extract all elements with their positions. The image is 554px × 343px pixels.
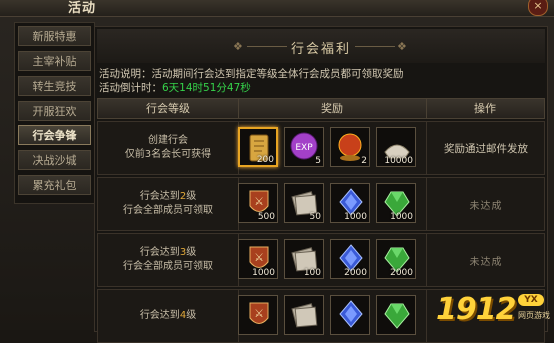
watermark-digits: 1912	[436, 292, 516, 327]
reward-item[interactable]: 1000	[330, 183, 370, 223]
reward-items: 200 EXP 5 2 10000	[238, 127, 426, 171]
window-title: 活动	[68, 1, 97, 16]
reward-item[interactable]	[330, 295, 370, 335]
reward-item[interactable]: 100	[284, 239, 324, 279]
reward-items: ⚔ 500 50 1000 1000	[238, 183, 426, 227]
panel-title: 行会福利	[290, 42, 351, 57]
reward-item[interactable]: 10000	[376, 127, 416, 167]
column-header-action: 操作	[474, 102, 496, 115]
panel-header: ❖ 行会福利 ❖	[97, 29, 545, 63]
sidebar-item-sand-city[interactable]: 决战沙城	[18, 150, 91, 170]
rune-shield-icon: ⚔	[249, 302, 269, 324]
reward-items: ⚔	[238, 295, 426, 339]
guild-benefit-panel: ❖ 行会福利 ❖ 活动说明：活动期间行会达到指定等级全体行会成员都可领取奖励 活…	[94, 26, 548, 343]
item-quantity: 200	[256, 155, 274, 165]
sidebar-item-recharge-pack[interactable]: 累充礼包	[18, 175, 91, 195]
level-text: 行会达到2级	[139, 191, 197, 202]
svg-text:⚔: ⚔	[254, 195, 264, 208]
paper-stack-icon	[291, 303, 318, 328]
guild-level-cell: 行会达到3级 行会全部成员可领取	[98, 234, 239, 286]
countdown-value: 6天14时51分47秒	[162, 82, 251, 94]
reward-item[interactable]: 1000	[376, 183, 416, 223]
level-condition: 行会全部成员可领取	[123, 205, 213, 216]
guild-level-cell: 行会达到2级 行会全部成员可领取	[98, 178, 239, 230]
table-header: 行会等级 奖励 操作	[97, 98, 545, 119]
guild-level-cell: 行会达到4级	[98, 290, 239, 342]
close-icon[interactable]: ×	[528, 0, 548, 16]
table-row: 行会达到2级 行会全部成员可领取 ⚔ 500 50 1000 1000 未达成	[97, 177, 545, 231]
sidebar-item-rebirth-arena[interactable]: 转生竞技	[18, 76, 91, 96]
item-quantity: 1000	[390, 212, 413, 222]
reward-item[interactable]: 2000	[376, 239, 416, 279]
reward-item[interactable]	[284, 295, 324, 335]
reward-item[interactable]: 50	[284, 183, 324, 223]
header-divider-right	[355, 46, 395, 47]
site-watermark-logo: 1912 YX 网页游戏	[436, 292, 554, 330]
reward-item[interactable]: 2	[330, 127, 370, 167]
reward-item[interactable]: ⚔	[238, 295, 278, 335]
reward-status: 未达成	[426, 178, 545, 230]
item-quantity: 10000	[384, 156, 413, 166]
reward-status: 未达成	[426, 234, 545, 286]
reward-item[interactable]	[376, 295, 416, 335]
item-quantity: 2	[361, 156, 367, 166]
reward-items: ⚔ 1000 100 2000 2000	[238, 239, 426, 283]
reward-item[interactable]: ⚔ 500	[238, 183, 278, 223]
column-header-level: 行会等级	[98, 99, 239, 118]
level-text: 行会达到3级	[139, 247, 197, 258]
watermark-badge: YX	[518, 294, 544, 306]
reward-item[interactable]: EXP 5	[284, 127, 324, 167]
item-quantity: 1000	[344, 212, 367, 222]
level-condition: 行会全部成员可领取	[123, 261, 213, 272]
column-header-reward: 奖励	[238, 99, 427, 118]
svg-text:⚔: ⚔	[254, 307, 264, 320]
svg-text:EXP: EXP	[295, 143, 313, 153]
green-gem-icon	[384, 303, 410, 329]
blue-crystal-icon	[339, 300, 363, 328]
item-quantity: 50	[309, 212, 321, 222]
activity-description: 活动说明：活动期间行会达到指定等级全体行会成员都可领取奖励	[99, 68, 404, 80]
countdown: 活动倒计时：6天14时51分47秒	[99, 80, 251, 95]
sidebar: 新服特惠 主宰补贴 转生竞技 开服狂欢 行会争锋 决战沙城 累充礼包	[14, 22, 95, 204]
watermark-subtitle: 网页游戏	[518, 311, 550, 320]
countdown-label: 活动倒计时：	[99, 82, 162, 94]
reward-action: 奖励通过邮件发放	[426, 122, 545, 174]
level-text: 创建行会	[148, 135, 188, 146]
item-quantity: 1000	[252, 268, 275, 278]
window-title-bar: 活动 ×	[0, 0, 554, 17]
reward-item[interactable]: 2000	[330, 239, 370, 279]
item-quantity: 500	[257, 212, 275, 222]
ornament-icon: ❖	[397, 40, 407, 53]
svg-text:⚔: ⚔	[254, 251, 264, 264]
item-quantity: 100	[303, 268, 321, 278]
sidebar-item-new-server[interactable]: 新服特惠	[18, 26, 91, 46]
table-row: 行会达到3级 行会全部成员可领取 ⚔ 1000 100 2000 2000 未达…	[97, 233, 545, 287]
sidebar-item-guild-contest[interactable]: 行会争锋	[18, 125, 91, 145]
guild-level-cell: 创建行会 仅前3名会长可获得	[98, 122, 239, 174]
sidebar-item-opening-carnival[interactable]: 开服狂欢	[18, 101, 91, 121]
level-condition: 仅前3名会长可获得	[124, 149, 212, 160]
item-quantity: 2000	[344, 268, 367, 278]
item-quantity: 5	[315, 156, 321, 166]
reward-item[interactable]: 200	[238, 127, 278, 167]
item-quantity: 2000	[390, 268, 413, 278]
activity-window: 活动 × 新服特惠 主宰补贴 转生竞技 开服狂欢 行会争锋 决战沙城 累充礼包 …	[0, 0, 554, 343]
reward-item[interactable]: ⚔ 1000	[238, 239, 278, 279]
sidebar-item-master-subsidy[interactable]: 主宰补贴	[18, 51, 91, 71]
level-text: 行会达到4级	[139, 310, 197, 321]
table-row: 创建行会 仅前3名会长可获得 200 EXP 5 2 10000 奖励通过邮件发…	[97, 121, 545, 175]
